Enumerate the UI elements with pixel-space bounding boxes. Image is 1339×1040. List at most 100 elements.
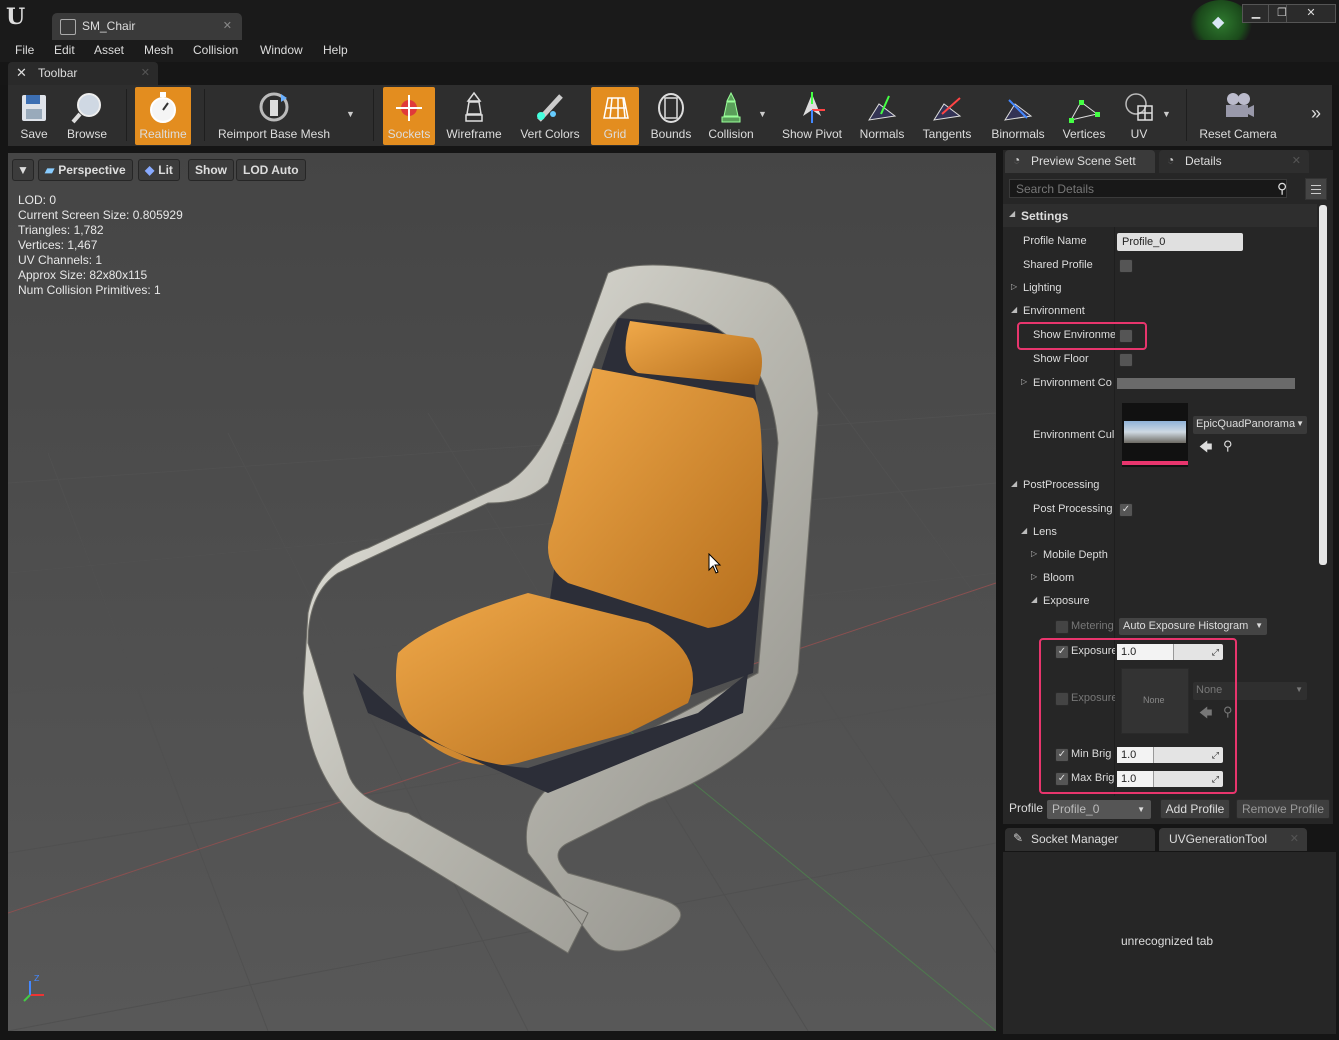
mesh-stats: LOD: 0 Current Screen Size: 0.805929 Tri… bbox=[18, 193, 183, 298]
menu-help[interactable]: Help bbox=[323, 43, 348, 57]
viewport[interactable]: ▼ ▰ Perspective ◆ Lit Show LOD Auto LOD: 0… bbox=[8, 153, 996, 1031]
menu-mesh[interactable]: Mesh bbox=[144, 43, 173, 57]
post-processing-enabled-row: Post Processing ✓ bbox=[1003, 498, 1317, 521]
lens-category[interactable]: ◢ Lens bbox=[1003, 521, 1317, 544]
menu-window[interactable]: Window bbox=[260, 43, 303, 57]
view-options-icon[interactable] bbox=[1305, 178, 1327, 200]
environment-cube-row: Environment Cul EpicQuadPanorama ▼ 🡄 ⚲ bbox=[1003, 400, 1317, 472]
profile-select[interactable]: Profile_0 ▼ bbox=[1047, 800, 1151, 819]
show-button[interactable]: Show bbox=[188, 159, 234, 181]
reimport-base-mesh-button[interactable]: Reimport Base Mesh bbox=[214, 87, 334, 145]
tab-uv-generation-tool[interactable]: UVGenerationTool ✕ bbox=[1159, 828, 1307, 851]
stat-screen-size: Current Screen Size: 0.805929 bbox=[18, 208, 183, 222]
normals-button[interactable]: Normals bbox=[856, 87, 908, 145]
save-icon bbox=[22, 95, 46, 121]
camera-icon bbox=[1226, 93, 1254, 117]
document-tab-label: SM_Chair bbox=[82, 19, 136, 33]
stat-vertices: Vertices: 1,467 bbox=[18, 238, 98, 252]
stat-triangles: Triangles: 1,782 bbox=[18, 223, 104, 237]
bloom-category[interactable]: ▷ Bloom bbox=[1003, 567, 1317, 590]
save-button[interactable]: Save bbox=[12, 87, 56, 145]
close-tab-icon[interactable]: ✕ bbox=[223, 19, 232, 32]
toolbar-overflow-icon[interactable]: » bbox=[1311, 103, 1321, 124]
perspective-icon: ▰ bbox=[45, 163, 55, 177]
exposure-category[interactable]: ◢ Exposure bbox=[1003, 590, 1317, 613]
search-details-input[interactable]: Search Details bbox=[1009, 179, 1287, 198]
close-toolbar-tab-icon[interactable]: ✕ bbox=[141, 66, 150, 79]
metering-checkbox[interactable] bbox=[1055, 620, 1069, 634]
grid-button[interactable]: Grid bbox=[591, 87, 639, 145]
shared-profile-row: Shared Profile bbox=[1003, 254, 1317, 277]
tangents-button[interactable]: Tangents bbox=[916, 87, 978, 145]
binormals-button[interactable]: Binormals bbox=[986, 87, 1050, 145]
uv-button[interactable]: UV bbox=[1116, 87, 1162, 145]
tab-preview-scene-settings[interactable]: ◔ Preview Scene Sett bbox=[1005, 150, 1155, 173]
toolbar-tab[interactable]: ✕ Toolbar ✕ bbox=[8, 62, 158, 85]
perspective-button[interactable]: ▰ Perspective bbox=[38, 159, 133, 181]
profile-name-input[interactable]: Profile_0 bbox=[1117, 233, 1243, 251]
wrench-icon: ✕ bbox=[16, 65, 27, 80]
collision-button[interactable]: Collision bbox=[702, 87, 760, 145]
close-details-tab-icon[interactable]: ✕ bbox=[1292, 154, 1301, 167]
menu-collision[interactable]: Collision bbox=[193, 43, 238, 57]
postprocessing-category[interactable]: ◢ PostProcessing bbox=[1003, 474, 1317, 497]
stat-uv-channels: UV Channels: 1 bbox=[18, 253, 103, 267]
reimport-icon bbox=[259, 92, 289, 122]
details-scrollbar[interactable] bbox=[1319, 205, 1327, 565]
reimport-dropdown-icon[interactable]: ▼ bbox=[346, 109, 355, 119]
remove-profile-button[interactable]: Remove Profile bbox=[1236, 799, 1330, 819]
mobile-depth-category[interactable]: ▷ Mobile Depth bbox=[1003, 544, 1317, 567]
vertices-button[interactable]: Vertices bbox=[1058, 87, 1110, 145]
browse-asset-icon[interactable]: ⚲ bbox=[1223, 438, 1233, 454]
close-window-button[interactable]: ✕ bbox=[1286, 4, 1336, 23]
post-processing-checkbox[interactable]: ✓ bbox=[1119, 503, 1133, 517]
close-uv-tab-icon[interactable]: ✕ bbox=[1290, 832, 1299, 845]
use-selected-arrow-icon[interactable]: 🡄 bbox=[1199, 438, 1212, 460]
menu-bar: File Edit Asset Mesh Collision Window He… bbox=[0, 40, 1339, 62]
browse-button[interactable]: Browse bbox=[60, 87, 114, 145]
pivot-icon bbox=[803, 92, 825, 123]
show-floor-checkbox[interactable] bbox=[1119, 353, 1133, 367]
show-pivot-button[interactable]: Show Pivot bbox=[778, 87, 846, 145]
lit-button[interactable]: ◆ Lit bbox=[138, 159, 180, 181]
minimize-button[interactable]: ▁ bbox=[1242, 4, 1270, 23]
normals-icon bbox=[867, 95, 897, 121]
cubemap-thumbnail[interactable] bbox=[1122, 403, 1188, 467]
unreal-logo-icon[interactable]: U bbox=[6, 4, 32, 32]
search-icon[interactable]: ⚲ bbox=[1277, 180, 1287, 197]
tangents-icon bbox=[932, 97, 962, 121]
cubemap-asset-select[interactable]: EpicQuadPanorama ▼ bbox=[1193, 416, 1307, 434]
environment-color-swatch[interactable] bbox=[1117, 378, 1295, 389]
metering-select[interactable]: Auto Exposure Histogram ▼ bbox=[1119, 618, 1267, 635]
realtime-icon bbox=[150, 92, 176, 123]
collision-dropdown-icon[interactable]: ▼ bbox=[758, 109, 767, 119]
realtime-button[interactable]: Realtime bbox=[135, 87, 191, 145]
preview-settings-icon: ◔ bbox=[1013, 153, 1021, 167]
tab-socket-manager[interactable]: ✎ Socket Manager bbox=[1005, 828, 1155, 851]
axis-gizmo-icon: Z bbox=[23, 974, 44, 1002]
add-profile-button[interactable]: Add Profile bbox=[1160, 799, 1230, 819]
toolbar: Save Browse Realtime Reimport Base Mesh … bbox=[8, 85, 1332, 146]
bounds-icon bbox=[658, 93, 684, 123]
vertices-icon bbox=[1069, 100, 1100, 123]
document-tab[interactable]: SM_Chair ✕ bbox=[52, 13, 242, 40]
environment-category[interactable]: ◢ Environment bbox=[1003, 300, 1317, 323]
lighting-category[interactable]: ▷ Lighting bbox=[1003, 277, 1317, 300]
settings-category[interactable]: ◢ Settings bbox=[1003, 204, 1317, 227]
environment-color-row: ▷ Environment Co bbox=[1003, 372, 1317, 395]
tab-details[interactable]: ◔ Details ✕ bbox=[1159, 150, 1309, 173]
grid-icon bbox=[603, 97, 629, 119]
reset-camera-button[interactable]: Reset Camera bbox=[1196, 87, 1280, 145]
sockets-button[interactable]: Sockets bbox=[383, 87, 435, 145]
vert-colors-button[interactable]: Vert Colors bbox=[513, 87, 587, 145]
wireframe-button[interactable]: Wireframe bbox=[444, 87, 504, 145]
menu-asset[interactable]: Asset bbox=[94, 43, 124, 57]
uv-icon bbox=[1125, 93, 1153, 121]
bounds-button[interactable]: Bounds bbox=[646, 87, 696, 145]
menu-edit[interactable]: Edit bbox=[54, 43, 75, 57]
menu-file[interactable]: File bbox=[15, 43, 34, 57]
shared-profile-checkbox[interactable] bbox=[1119, 259, 1133, 273]
viewport-options-button[interactable]: ▼ bbox=[12, 159, 34, 181]
lod-button[interactable]: LOD Auto bbox=[236, 159, 306, 181]
uv-dropdown-icon[interactable]: ▼ bbox=[1162, 109, 1171, 119]
